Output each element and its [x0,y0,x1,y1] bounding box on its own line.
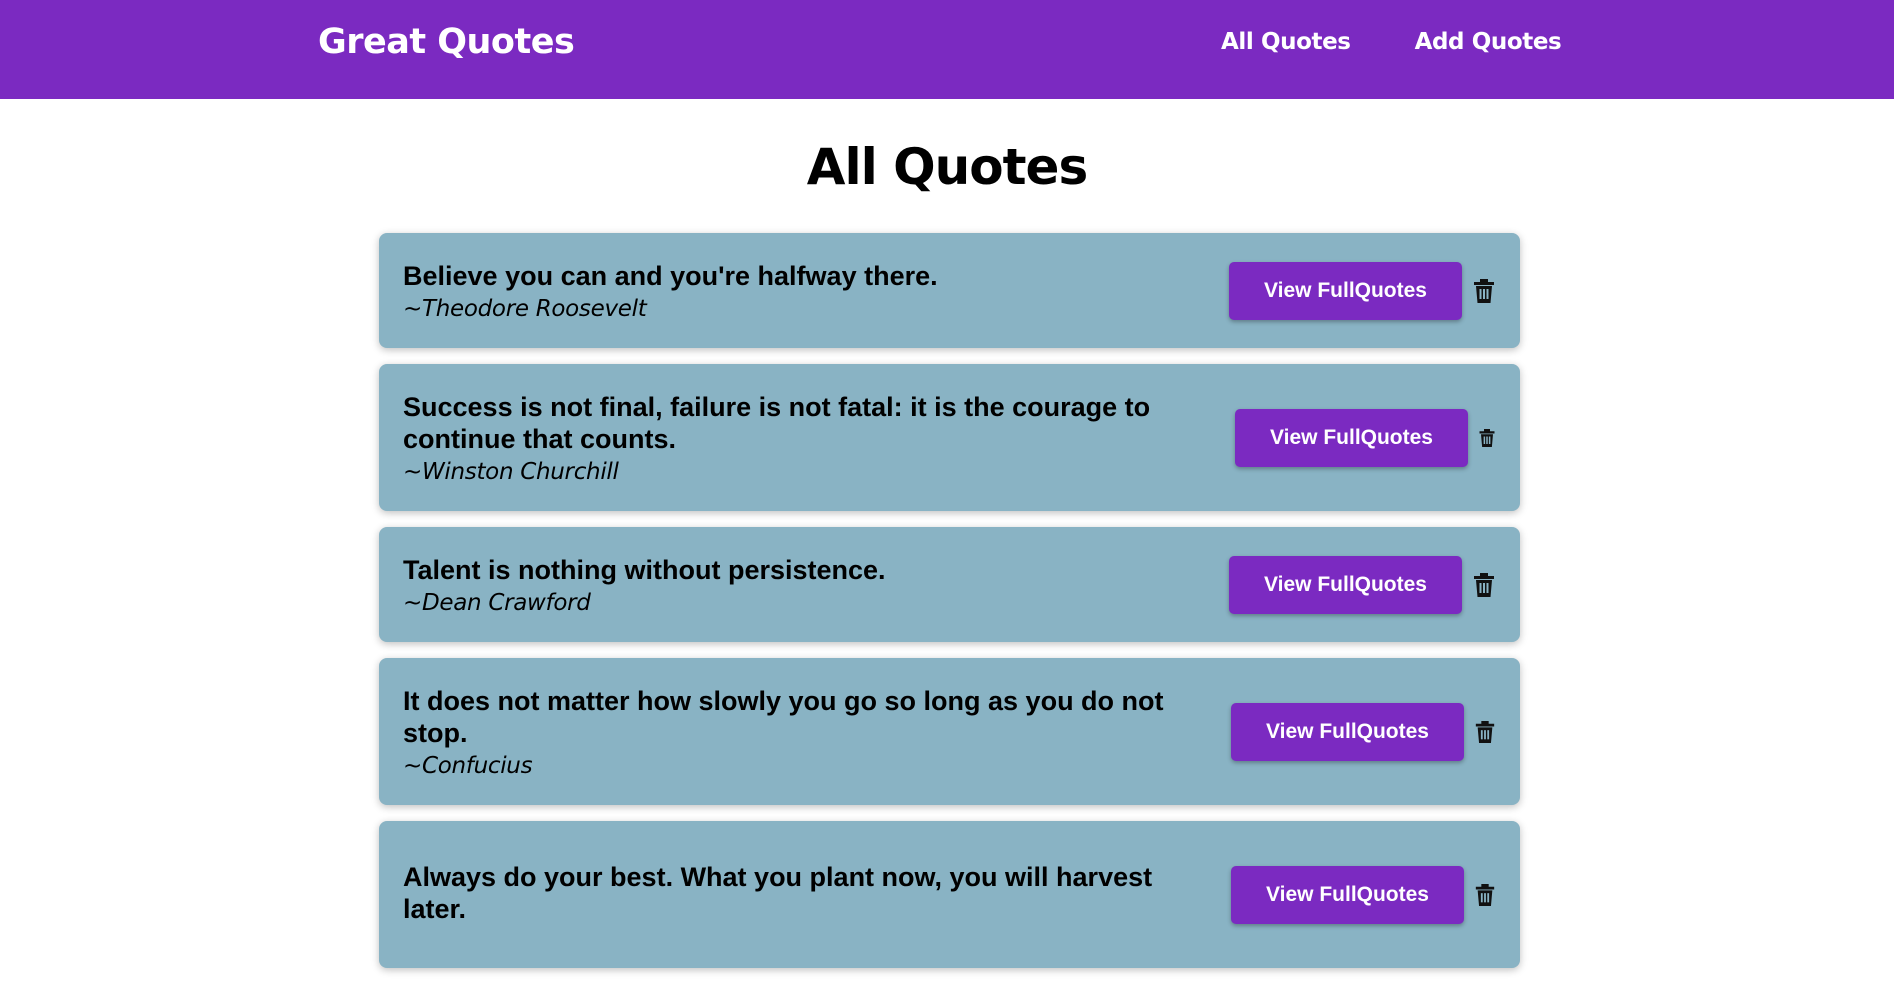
view-full-quote-button[interactable]: View FullQuotes [1231,702,1464,761]
trash-icon[interactable] [1472,278,1496,304]
quote-actions: View FullQuotes [1235,408,1496,467]
quote-actions: View FullQuotes [1231,865,1496,924]
quote-list: Believe you can and you're halfway there… [379,233,1520,984]
quote-author: ~Theodore Roosevelt [403,295,647,322]
quote-card: Always do your best. What you plant now,… [379,821,1520,968]
nav-all-quotes-link[interactable]: All Quotes [1221,29,1351,55]
view-full-quote-button[interactable]: View FullQuotes [1231,865,1464,924]
quote-text: Talent is nothing without persistence. [403,554,886,585]
quote-author: ~Confucius [403,752,533,779]
quote-actions: View FullQuotes [1229,555,1496,614]
quote-card: It does not matter how slowly you go so … [379,658,1520,805]
quote-card: Success is not final, failure is not fat… [379,364,1520,511]
trash-icon[interactable] [1472,572,1496,598]
quote-author: ~Dean Crawford [403,589,591,616]
top-nav-bar: Great Quotes All Quotes Add Quotes [0,0,1894,99]
quote-text: Success is not final, failure is not fat… [403,391,1151,454]
quote-content: It does not matter how slowly you go so … [403,685,1231,779]
quote-text: Always do your best. What you plant now,… [403,861,1153,924]
trash-icon[interactable] [1478,428,1496,448]
trash-icon[interactable] [1474,720,1496,744]
trash-icon[interactable] [1474,883,1496,907]
quote-content: Talent is nothing without persistence. ~… [403,554,1229,616]
quote-actions: View FullQuotes [1229,261,1496,320]
quote-text: Believe you can and you're halfway there… [403,260,938,291]
site-logo[interactable]: Great Quotes [318,22,575,62]
view-full-quote-button[interactable]: View FullQuotes [1235,408,1468,467]
nav-add-quotes-link[interactable]: Add Quotes [1415,29,1562,55]
quote-card: Believe you can and you're halfway there… [379,233,1520,348]
view-full-quote-button[interactable]: View FullQuotes [1229,261,1462,320]
view-full-quote-button[interactable]: View FullQuotes [1229,555,1462,614]
quote-text: It does not matter how slowly you go so … [403,685,1164,748]
quote-content: Believe you can and you're halfway there… [403,260,1229,322]
page-title: All Quotes [806,138,1088,196]
quote-actions: View FullQuotes [1231,702,1496,761]
quote-author: ~Winston Churchill [403,458,619,485]
quote-content: Always do your best. What you plant now,… [403,861,1231,929]
main-nav: All Quotes Add Quotes [1221,29,1625,55]
quote-card: Talent is nothing without persistence. ~… [379,527,1520,642]
quote-content: Success is not final, failure is not fat… [403,391,1235,485]
